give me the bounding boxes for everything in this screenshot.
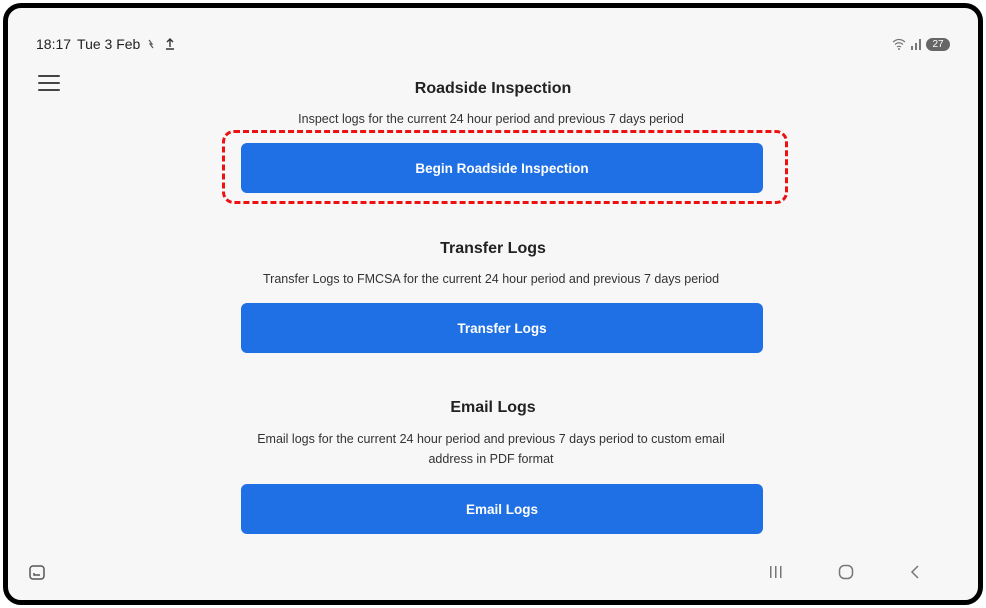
begin-roadside-inspection-button[interactable]: Begin Roadside Inspection (241, 143, 763, 193)
battery-indicator: 27 (926, 37, 950, 51)
recent-apps-icon[interactable] (768, 564, 784, 584)
email-logs-description: Email logs for the current 24 hour perio… (257, 432, 725, 466)
status-time: 18:17 (36, 36, 72, 52)
transfer-logs-title: Transfer Logs (440, 240, 546, 257)
status-bar: 18:17 Tue 3 Feb 27 (36, 34, 950, 54)
tablet-screen: 18:17 Tue 3 Feb 27 Roadside Inspection I… (3, 3, 983, 605)
signal-icon (911, 39, 921, 50)
transfer-logs-button[interactable]: Transfer Logs (241, 303, 763, 353)
wifi-icon (892, 38, 906, 50)
email-logs-title: Email Logs (450, 399, 536, 416)
sync-icon (148, 39, 154, 49)
roadside-inspection-title: Roadside Inspection (414, 80, 572, 97)
upload-icon (166, 38, 175, 50)
home-icon[interactable] (838, 564, 854, 584)
email-logs-button[interactable]: Email Logs (241, 484, 763, 534)
navigation-bar (8, 552, 978, 600)
status-date: Tue 3 Feb (77, 36, 141, 52)
roadside-inspection-description: Inspect logs for the current 24 hour per… (298, 112, 684, 126)
back-icon[interactable] (908, 564, 924, 584)
screenshot-icon[interactable] (28, 564, 46, 582)
transfer-logs-description: Transfer Logs to FMCSA for the current 2… (262, 272, 720, 286)
